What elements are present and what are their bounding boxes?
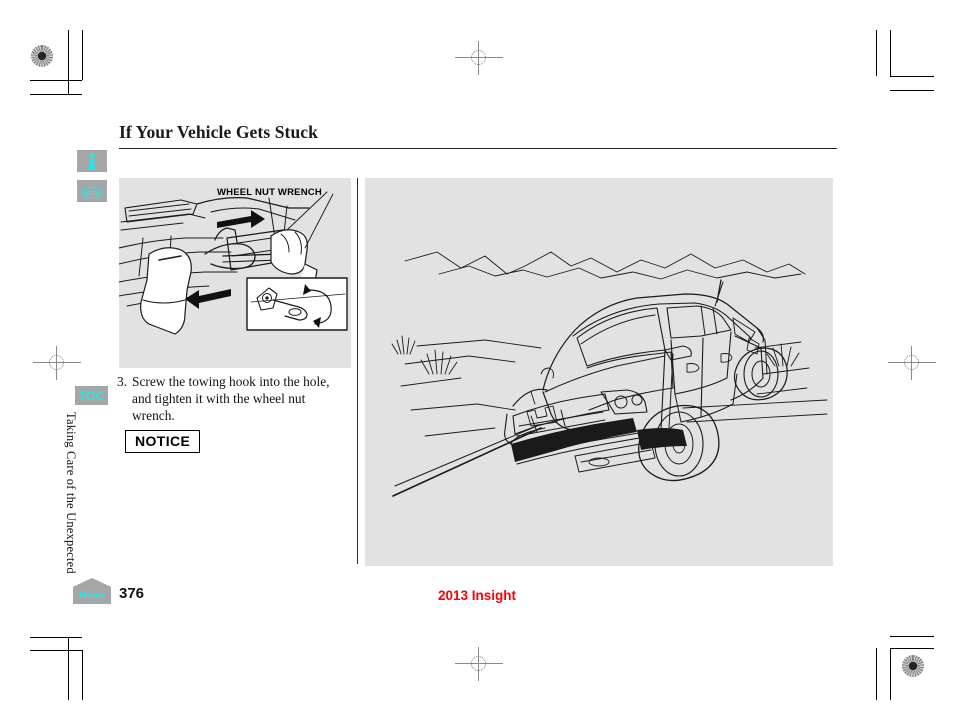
figure-towing-hook-installation (119, 178, 351, 368)
crop-mark-line (890, 636, 934, 637)
step-body: Screw the towing hook into the hole, and… (132, 374, 330, 424)
figure-callout-wheel-nut-wrench: WHEEL NUT WRENCH (217, 187, 322, 198)
crop-mark-line (876, 648, 877, 700)
toc-button[interactable]: TOC (75, 386, 108, 405)
crop-mark-line (82, 30, 83, 80)
crop-mark-line (890, 648, 934, 649)
info-icon (87, 153, 97, 169)
notice-badge: NOTICE (125, 430, 201, 453)
column-divider (357, 178, 358, 564)
registration-target-icon (902, 655, 924, 677)
footer-model-name: 2013 Insight (437, 588, 517, 603)
crop-mark-line (30, 94, 82, 95)
sidebar-item-vehicle[interactable] (77, 180, 107, 202)
towing-hook-illustration (119, 191, 348, 335)
crop-mark-line (890, 648, 891, 700)
crop-mark-line (68, 637, 69, 700)
registration-crosshair-top (455, 41, 503, 75)
figure-vehicle-being-towed (365, 178, 833, 566)
crop-mark-line (30, 650, 82, 651)
registration-target-icon (31, 45, 53, 67)
step-number: 3. (117, 374, 128, 389)
crop-mark-line (30, 637, 82, 638)
registration-crosshair-bottom (455, 647, 503, 681)
crop-mark-line (82, 650, 83, 700)
car-icon (81, 186, 104, 198)
title-divider (119, 148, 837, 150)
towed-vehicle-illustration (391, 251, 828, 497)
crop-mark-line (890, 90, 934, 91)
step-instruction: 3. Screw the towing hook into the hole, … (117, 373, 347, 424)
page-title: If Your Vehicle Gets Stuck (119, 122, 319, 142)
sidebar-item-info[interactable] (77, 150, 107, 172)
registration-crosshair-right (888, 346, 936, 380)
crop-mark-line (30, 80, 82, 81)
crop-mark-line (890, 76, 934, 77)
crop-mark-line (68, 30, 69, 94)
registration-crosshair-left (33, 346, 81, 380)
crop-mark-line (890, 30, 891, 76)
crop-mark-line (876, 30, 877, 76)
section-label: Taking Care of the Unexpected (64, 412, 78, 574)
